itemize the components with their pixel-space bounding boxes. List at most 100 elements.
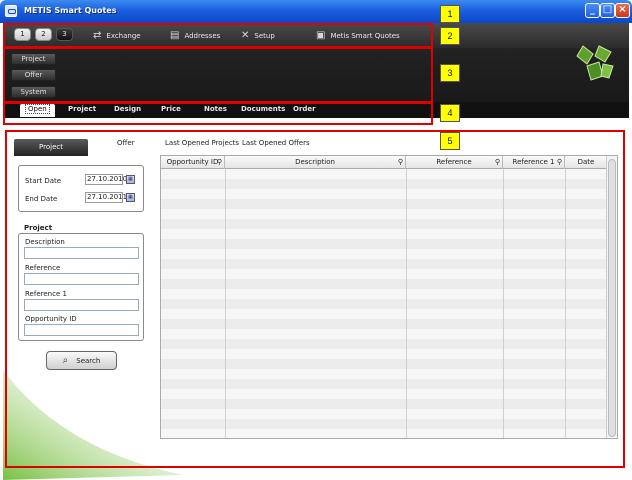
content-tab-last-opened-projects[interactable]: Last Opened Projects (165, 139, 239, 147)
key-icon: ⚲ (494, 158, 500, 166)
end-date-label: End Date (25, 195, 58, 203)
metis-smart-quotes-label: Metis Smart Quotes (330, 31, 400, 40)
exchange-label: Exchange (106, 31, 141, 40)
callout-2: 2 (440, 27, 460, 45)
reference-label: Reference (25, 264, 61, 272)
reference-1-label: Reference 1 (25, 290, 67, 298)
reference-input[interactable] (24, 273, 139, 285)
table-row[interactable] (161, 329, 607, 339)
table-row[interactable] (161, 299, 607, 309)
grid-header: Opportunity ID ⚲ Description ⚲ Reference ⚲ … (161, 156, 617, 169)
reference-1-input[interactable] (24, 299, 139, 311)
table-row[interactable] (161, 209, 607, 219)
end-date-calendar-icon[interactable]: ▦ (126, 193, 135, 202)
table-row[interactable] (161, 249, 607, 259)
setup-icon: ✕ (241, 30, 250, 41)
tab-order[interactable]: Order (293, 105, 316, 113)
column-divider (225, 169, 226, 438)
sidebar-item-project[interactable]: Project (11, 53, 56, 65)
table-row[interactable] (161, 419, 607, 429)
grid-body (161, 169, 607, 438)
table-row[interactable] (161, 169, 607, 179)
search-button-label: Search (76, 356, 101, 365)
table-row[interactable] (161, 339, 607, 349)
column-header-opportunity-id[interactable]: Opportunity ID ⚲ (161, 156, 225, 169)
column-header-reference-1[interactable]: Reference 1 ⚲ (503, 156, 565, 169)
column-divider (406, 169, 407, 438)
column-label: Date (577, 158, 595, 166)
column-label: Description (295, 158, 335, 166)
exchange-button[interactable]: ⇄ Exchange (93, 30, 141, 41)
column-label: Opportunity ID (166, 158, 219, 166)
table-row[interactable] (161, 349, 607, 359)
page-1-button[interactable]: 1 (14, 28, 31, 41)
description-label: Description (25, 238, 65, 246)
table-row[interactable] (161, 429, 607, 438)
date-range-panel (18, 165, 144, 212)
metis-smart-quotes-button[interactable]: ▣ Metis Smart Quotes (316, 30, 400, 41)
table-row[interactable] (161, 319, 607, 329)
window-title-bar: METIS Smart Quotes _ □ × (0, 0, 632, 23)
table-row[interactable] (161, 239, 607, 249)
setup-label: Setup (254, 31, 275, 40)
tab-project[interactable]: Project (68, 105, 96, 113)
table-row[interactable] (161, 259, 607, 269)
table-row[interactable] (161, 409, 607, 419)
table-row[interactable] (161, 229, 607, 239)
tab-open-label: Open (25, 104, 50, 114)
table-row[interactable] (161, 289, 607, 299)
content-tab-last-opened-offers[interactable]: Last Opened Offers (242, 139, 310, 147)
start-date-input[interactable]: 27.10.2010 (85, 174, 127, 185)
table-row[interactable] (161, 219, 607, 229)
exchange-icon: ⇄ (93, 30, 102, 41)
column-label: Reference 1 (512, 158, 555, 166)
column-header-reference[interactable]: Reference ⚲ (406, 156, 503, 169)
key-icon: ⚲ (556, 158, 562, 166)
grid-scrollbar[interactable] (606, 156, 617, 438)
table-row[interactable] (161, 179, 607, 189)
app-icon (5, 5, 17, 17)
tab-notes[interactable]: Notes (204, 105, 227, 113)
table-row[interactable] (161, 189, 607, 199)
maximize-button[interactable]: □ (600, 3, 615, 18)
table-row[interactable] (161, 309, 607, 319)
description-input[interactable] (24, 247, 139, 259)
window-title: METIS Smart Quotes (24, 6, 117, 15)
minimize-button[interactable]: _ (585, 3, 600, 18)
table-row[interactable] (161, 369, 607, 379)
callout-5: 5 (440, 132, 460, 150)
content-tab-offer[interactable]: Offer (117, 139, 135, 147)
start-date-calendar-icon[interactable]: ▦ (126, 175, 135, 184)
sidebar-item-system[interactable]: System (11, 86, 56, 98)
column-label: Reference (436, 158, 472, 166)
table-row[interactable] (161, 359, 607, 369)
end-date-input[interactable]: 27.10.2011 (85, 192, 127, 203)
column-header-date[interactable]: Date (565, 156, 607, 169)
content-tab-project[interactable]: Project (14, 139, 88, 156)
tab-design[interactable]: Design (114, 105, 141, 113)
tab-documents[interactable]: Documents (241, 105, 285, 113)
table-row[interactable] (161, 269, 607, 279)
column-header-description[interactable]: Description ⚲ (225, 156, 406, 169)
sidebar-item-offer[interactable]: Offer (11, 69, 56, 81)
tab-open[interactable]: Open (20, 104, 55, 117)
results-grid[interactable]: Opportunity ID ⚲ Description ⚲ Reference ⚲ … (160, 155, 618, 439)
project-filter-heading: Project (24, 224, 53, 232)
setup-button[interactable]: ✕ Setup (241, 30, 275, 41)
page-3-button[interactable]: 3 (56, 28, 73, 41)
opportunity-id-input[interactable] (24, 324, 139, 336)
table-row[interactable] (161, 279, 607, 289)
table-row[interactable] (161, 399, 607, 409)
close-button[interactable]: × (615, 3, 630, 18)
tab-price[interactable]: Price (161, 105, 181, 113)
scrollbar-thumb[interactable] (608, 159, 616, 437)
table-row[interactable] (161, 379, 607, 389)
search-button[interactable]: ⌕ Search (46, 351, 117, 370)
start-date-label: Start Date (25, 177, 62, 185)
addresses-button[interactable]: ▤ Addresses (170, 30, 220, 41)
page-2-button[interactable]: 2 (35, 28, 52, 41)
table-row[interactable] (161, 199, 607, 209)
table-row[interactable] (161, 389, 607, 399)
tab-strip (3, 102, 629, 118)
quotes-icon: ▣ (316, 30, 326, 41)
